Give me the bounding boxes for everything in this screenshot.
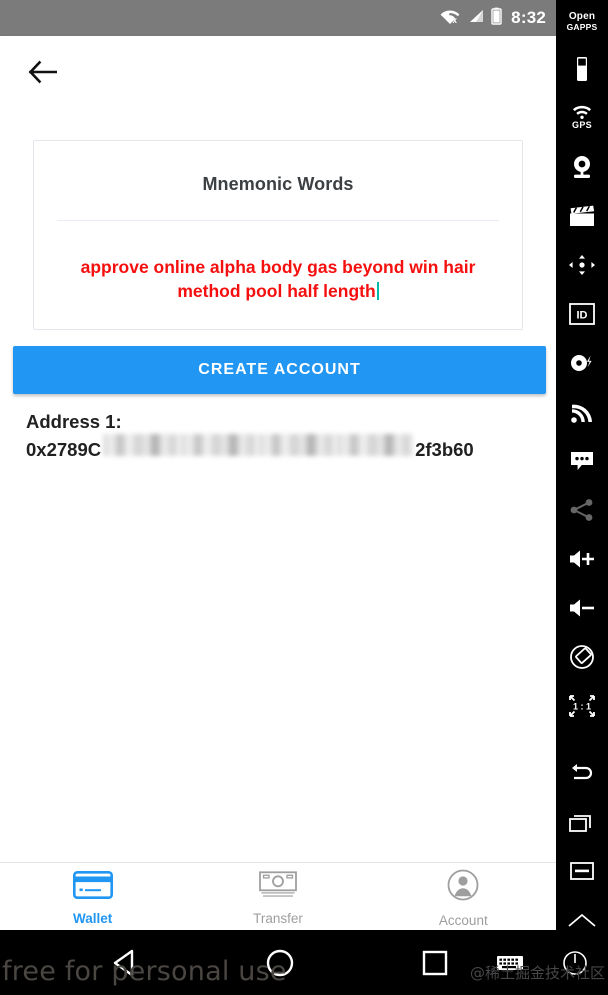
menu-icon[interactable] [556, 846, 608, 895]
ratio-label: 1 : 1 [573, 701, 591, 711]
share-icon[interactable] [556, 485, 608, 534]
battery-icon [491, 7, 502, 30]
back-arrow-icon[interactable] [556, 748, 608, 797]
banknote-icon [257, 871, 299, 904]
rotate-icon[interactable] [556, 632, 608, 681]
gps-label: GPS [572, 120, 592, 130]
create-account-button[interactable]: CREATE ACCOUNT [13, 346, 546, 394]
bottom-nav-item-wallet[interactable]: Wallet [0, 863, 185, 930]
bottom-nav-item-transfer[interactable]: Transfer [185, 863, 370, 930]
webcam-icon[interactable] [556, 142, 608, 191]
svg-text:x: x [453, 16, 458, 24]
address-block: Address 1: 0x2789C 2f3b60 [26, 410, 536, 461]
cellular-icon[interactable] [556, 387, 608, 436]
address-redacted-region [103, 433, 414, 456]
zoom-actual-icon[interactable]: 1 : 1 [556, 681, 608, 730]
address-suffix: 2f3b60 [415, 438, 474, 460]
emulator-side-toolbar: Open GAPPS GPS ID 1: 1 [556, 0, 608, 995]
volume-down-icon[interactable] [556, 583, 608, 632]
text-caret [376, 281, 379, 300]
credit-card-icon [72, 870, 113, 904]
gps-icon[interactable]: GPS [556, 93, 608, 142]
emulator-screen: x 8:32 Mnemonic Words approve online alp… [0, 0, 608, 995]
person-circle-icon [447, 869, 479, 906]
overview-icon[interactable] [556, 797, 608, 846]
status-bar-clock: 8:32 [511, 8, 546, 27]
circle-home-icon[interactable] [245, 930, 315, 995]
svg-text:ID: ID [577, 309, 588, 321]
card-title: Mnemonic Words [202, 174, 354, 194]
phone-icon[interactable] [556, 44, 608, 93]
status-bar-icons: x [440, 7, 502, 30]
address-value: 0x2789C 2f3b60 [26, 433, 536, 462]
volume-up-icon[interactable] [556, 534, 608, 583]
cell-signal-icon [467, 8, 484, 29]
triangle-back-icon[interactable] [90, 930, 160, 995]
brand-line-2: GAPPS [566, 21, 598, 32]
address-prefix: 0x2789C [26, 438, 102, 460]
clapperboard-icon[interactable] [556, 191, 608, 240]
arrow-back-icon[interactable] [14, 44, 70, 100]
phone-viewport: x 8:32 Mnemonic Words approve online alp… [0, 0, 556, 995]
square-recents-icon[interactable] [400, 930, 470, 995]
mnemonic-card: Mnemonic Words approve online alpha body… [33, 140, 523, 330]
id-icon[interactable]: ID [556, 289, 608, 338]
app-bar [0, 36, 556, 108]
bottom-navigation: Wallet Transfer Account [0, 862, 556, 930]
bottom-nav-item-account[interactable]: Account [371, 863, 556, 930]
keyboard-icon[interactable] [490, 930, 530, 995]
status-bar: x 8:32 [0, 0, 556, 36]
bottom-nav-label-transfer: Transfer [253, 911, 303, 926]
wifi-off-icon: x [440, 8, 460, 29]
bottom-nav-label-account: Account [438, 913, 488, 928]
bottom-nav-label-wallet: Wallet [73, 911, 113, 926]
mnemonic-value: approve online alpha body gas beyond win… [80, 257, 476, 301]
message-icon[interactable] [556, 436, 608, 485]
mnemonic-input[interactable]: approve online alpha body gas beyond win… [34, 221, 522, 303]
system-navigation-bar [0, 930, 608, 995]
battery-bolt-icon[interactable] [556, 338, 608, 387]
content-area: Mnemonic Words approve online alpha body… [0, 108, 556, 862]
opengapps-brand: Open GAPPS [556, 0, 608, 44]
address-label: Address 1: [26, 411, 122, 432]
power-icon[interactable] [555, 930, 595, 995]
dpad-icon[interactable] [556, 240, 608, 289]
